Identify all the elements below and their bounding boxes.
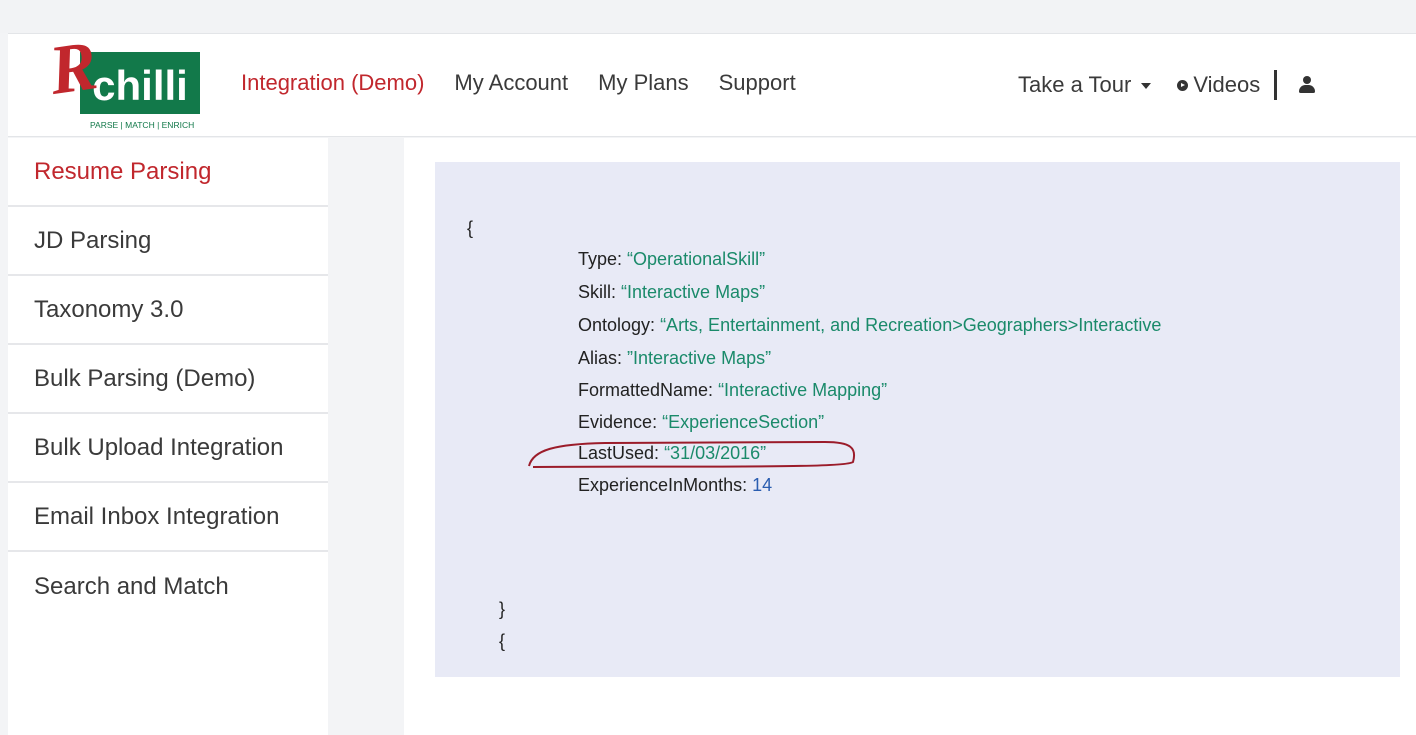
sidebar-item-jd-parsing[interactable]: JD Parsing [8, 207, 328, 276]
header: chilli R PARSE | MATCH | ENRICH Integrat… [8, 27, 1416, 137]
logo-tagline: PARSE | MATCH | ENRICH [90, 120, 194, 130]
sidebar-item-email-inbox-integration[interactable]: Email Inbox Integration [8, 483, 328, 552]
sidebar-item-bulk-upload-integration[interactable]: Bulk Upload Integration [8, 414, 328, 483]
field-ontology: Ontology: “Arts, Entertainment, and Recr… [578, 315, 1162, 335]
user-icon[interactable] [1299, 76, 1316, 94]
nav-support[interactable]: Support [719, 70, 796, 96]
sidebar-item-search-and-match[interactable]: Search and Match [8, 552, 328, 621]
sidebar-item-resume-parsing[interactable]: Resume Parsing [8, 138, 328, 207]
field-type: Type: “OperationalSkill” [578, 249, 766, 269]
videos-label: Videos [1193, 72, 1261, 97]
take-a-tour-label: Take a Tour [1018, 72, 1132, 97]
field-skill: Skill: “Interactive Maps” [578, 282, 766, 302]
next-open-brace: { [499, 631, 506, 651]
field-formatted-name: FormattedName: “Interactive Mapping” [578, 380, 888, 400]
nav-my-plans[interactable]: My Plans [598, 70, 688, 96]
gutter [328, 138, 404, 735]
videos-link[interactable]: Videos [1177, 72, 1260, 98]
nav-my-account[interactable]: My Account [454, 70, 568, 96]
main-nav: Integration (Demo) My Account My Plans S… [241, 70, 826, 96]
nav-integration-demo[interactable]: Integration (Demo) [241, 70, 424, 96]
field-alias: Alias: ”Interactive Maps” [578, 348, 772, 368]
logo-letter: R [44, 44, 102, 110]
field-experience-in-months: ExperienceInMonths: 14 [578, 475, 773, 495]
play-circle-icon [1177, 79, 1189, 91]
nav-divider [1274, 70, 1278, 100]
rchilli-logo[interactable]: chilli R PARSE | MATCH | ENRICH [38, 27, 213, 134]
caret-down-icon [1141, 83, 1152, 89]
close-brace: } [499, 599, 506, 619]
take-a-tour-dropdown[interactable]: Take a Tour [1018, 72, 1152, 98]
field-evidence: Evidence: “ExperienceSection” [578, 412, 825, 432]
highlight-annotation [528, 440, 856, 468]
sidebar-item-bulk-parsing[interactable]: Bulk Parsing (Demo) [8, 345, 328, 414]
sidebar: Resume Parsing JD Parsing Taxonomy 3.0 B… [8, 138, 328, 735]
open-brace: { [467, 218, 474, 238]
json-code-panel: { Type: “OperationalSkill” Skill: “Inter… [435, 162, 1400, 677]
top-strip [0, 0, 1416, 33]
right-nav: Take a Tour Videos [1018, 70, 1316, 100]
logo-text: chilli [92, 62, 188, 109]
sidebar-item-taxonomy[interactable]: Taxonomy 3.0 [8, 276, 328, 345]
